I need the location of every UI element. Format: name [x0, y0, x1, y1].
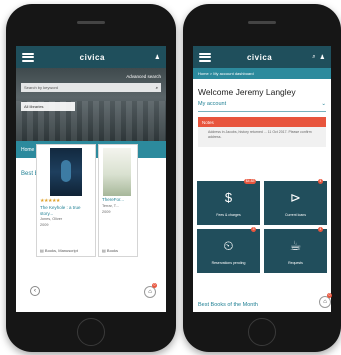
- book-author: Jones, Oliver: [40, 217, 63, 221]
- speaker: [248, 21, 276, 24]
- phone-left: civica ♟ Advanced search Search by keywo…: [6, 4, 176, 352]
- section-title: Best Books of the Month: [198, 302, 258, 308]
- tile-badge: 4: [318, 227, 323, 232]
- tile-requests[interactable]: ☕ Requests 4: [264, 227, 327, 273]
- search-placeholder: Search by keyword: [24, 85, 59, 90]
- app-header: civica ♟: [16, 46, 166, 68]
- book-card[interactable]: ThereFor... Terrar, T... 2009 ▤ Books: [98, 144, 138, 257]
- basket-button[interactable]: ⌂ 0: [144, 283, 157, 298]
- book-card[interactable]: ★★★★★ The Keyhole : a true story... Jone…: [36, 144, 96, 257]
- basket-count-badge: 0: [327, 293, 332, 298]
- search-hero: Advanced search Search by keyword ⌕ All …: [16, 68, 166, 141]
- book-author: Terrar, T...: [102, 203, 119, 208]
- tile-fees[interactable]: $ Fees & charges $4.83: [197, 179, 260, 225]
- tile-badge: $4.83: [244, 179, 256, 184]
- home-button: [248, 318, 276, 346]
- book-year: 2009: [40, 223, 49, 227]
- book-format-label: Books: [106, 248, 119, 253]
- tile-badge: 3: [251, 227, 256, 232]
- notice-body: Address in Jacobs, history returned ... …: [198, 127, 326, 147]
- book-format-icon: ▤: [40, 248, 44, 253]
- tile-current-loans[interactable]: ⊳ Current loans 4: [264, 179, 327, 225]
- basket-icon: ⌂: [148, 289, 152, 295]
- search-input[interactable]: Search by keyword ⌕: [21, 83, 161, 92]
- tile-label: Fees & charges: [216, 213, 241, 217]
- menu-icon[interactable]: [199, 52, 211, 62]
- tile-label: Reservations pending: [211, 261, 246, 265]
- dashboard-tiles: $ Fees & charges $4.83 ⊳ Current loans 4…: [197, 179, 327, 273]
- tile-label: Current loans: [284, 213, 306, 217]
- basket-icon: ⌂: [323, 299, 327, 305]
- breadcrumb[interactable]: Home > My account dashboard: [193, 68, 331, 79]
- brand-logo: civica: [246, 52, 273, 62]
- book-year: 2009: [102, 209, 111, 214]
- dollar-icon: $: [224, 190, 233, 205]
- user-icon[interactable]: ♟: [320, 54, 325, 61]
- star-rating: ★★★★★: [40, 198, 60, 204]
- book-format: ▤ Books, Manuscript: [40, 248, 78, 253]
- library-select[interactable]: All libraries: [21, 102, 75, 111]
- chevron-down-icon[interactable]: ⌄: [321, 101, 326, 107]
- my-account-toggle[interactable]: My account ⌄: [198, 101, 326, 107]
- user-icon[interactable]: ♟: [155, 54, 160, 61]
- folder-icon: ⊳: [290, 190, 301, 205]
- phone-right: civica ⌕ ♟ Home > My account dashboard W…: [183, 4, 341, 352]
- basket-count-badge: 0: [152, 283, 157, 288]
- library-select-value: All libraries: [24, 104, 44, 109]
- book-cover[interactable]: [103, 148, 131, 196]
- advanced-search-link[interactable]: Advanced search: [21, 74, 161, 79]
- my-account-label: My account: [198, 101, 227, 107]
- home-button: [77, 318, 105, 346]
- tile-reservations[interactable]: ⏲ Reservations pending 3: [197, 227, 260, 273]
- search-icon[interactable]: ⌕: [312, 54, 315, 61]
- book-format-icon: ▤: [102, 248, 106, 253]
- tile-label: Requests: [288, 261, 303, 265]
- menu-icon[interactable]: [22, 52, 34, 62]
- clock-icon: ⏲: [223, 238, 234, 253]
- book-title[interactable]: ThereFor...: [102, 197, 134, 203]
- divider: [198, 111, 326, 112]
- app-header: civica ⌕ ♟: [193, 46, 331, 68]
- notice-header: Notes: [198, 117, 326, 127]
- search-icon[interactable]: ⌕: [156, 85, 158, 90]
- screen-right: civica ⌕ ♟ Home > My account dashboard W…: [193, 46, 331, 312]
- tile-badge: 4: [318, 179, 323, 184]
- book-title[interactable]: The Keyhole : a true story...: [40, 205, 92, 216]
- cup-icon: ☕: [289, 238, 302, 253]
- carousel-prev-button[interactable]: ‹: [30, 286, 40, 296]
- brand-logo: civica: [79, 52, 105, 62]
- basket-button[interactable]: ⌂ 0: [319, 293, 332, 308]
- welcome-heading: Welcome Jeremy Langley: [198, 87, 296, 97]
- book-format: ▤ Books: [102, 248, 118, 253]
- speaker: [77, 21, 105, 24]
- book-cover[interactable]: [50, 148, 82, 196]
- book-format-label: Books, Manuscript: [44, 248, 78, 253]
